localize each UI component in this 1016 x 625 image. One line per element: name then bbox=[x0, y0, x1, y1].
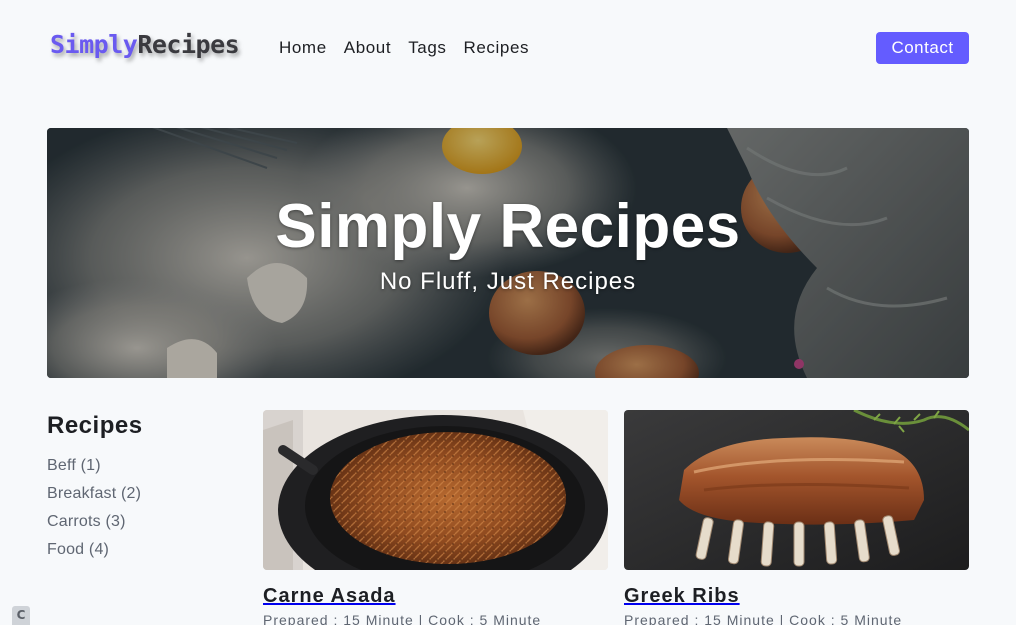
hero-subtitle: No Fluff, Just Recipes bbox=[379, 268, 637, 295]
corner-widget-icon[interactable]: C bbox=[12, 606, 30, 625]
nav-link-about[interactable]: About bbox=[344, 38, 391, 58]
recipe-meta: Prepared : 15 Minute | Cook : 5 Minute bbox=[624, 612, 903, 625]
tag-list: Beff (1) Breakfast (2) Carrots (3) Food … bbox=[47, 456, 141, 568]
recipe-card-greek-ribs[interactable]: Greek Ribs Prepared : 15 Minute | Cook :… bbox=[624, 410, 969, 625]
recipe-meta: Prepared : 15 Minute | Cook : 5 Minute bbox=[263, 612, 542, 625]
tag-item: Breakfast (2) bbox=[47, 484, 141, 512]
tag-link-beff[interactable]: Beff (1) bbox=[47, 457, 101, 474]
tag-item: Food (4) bbox=[47, 540, 141, 568]
tag-link-food[interactable]: Food (4) bbox=[47, 541, 109, 558]
navbar: SimplyRecipes Home About Tags Recipes Co… bbox=[0, 0, 1016, 96]
contact-button[interactable]: Contact bbox=[876, 32, 969, 64]
recipe-title: Carne Asada bbox=[263, 585, 396, 607]
recipe-image-greek-ribs bbox=[624, 410, 969, 570]
tag-item: Beff (1) bbox=[47, 456, 141, 484]
logo-text-part1: Simply bbox=[50, 30, 138, 59]
tag-item: Carrots (3) bbox=[47, 512, 141, 540]
recipe-image-carne-asada bbox=[263, 410, 608, 570]
tag-link-breakfast[interactable]: Breakfast (2) bbox=[47, 485, 141, 502]
nav-links: Home About Tags Recipes bbox=[279, 38, 546, 58]
recipe-card-carne-asada[interactable]: Carne Asada Prepared : 15 Minute | Cook … bbox=[263, 410, 608, 625]
site-logo[interactable]: SimplyRecipes bbox=[50, 30, 240, 59]
hero-banner: Simply Recipes No Fluff, Just Recipes bbox=[47, 128, 969, 378]
tag-link-carrots[interactable]: Carrots (3) bbox=[47, 513, 126, 530]
recipe-title: Greek Ribs bbox=[624, 585, 740, 607]
sidebar-title: Recipes bbox=[47, 412, 143, 439]
nav-link-recipes[interactable]: Recipes bbox=[464, 38, 530, 58]
nav-link-home[interactable]: Home bbox=[279, 38, 327, 58]
hero-title: Simply Recipes bbox=[275, 192, 741, 261]
logo-text-part2: Recipes bbox=[137, 30, 240, 59]
nav-link-tags[interactable]: Tags bbox=[408, 38, 446, 58]
